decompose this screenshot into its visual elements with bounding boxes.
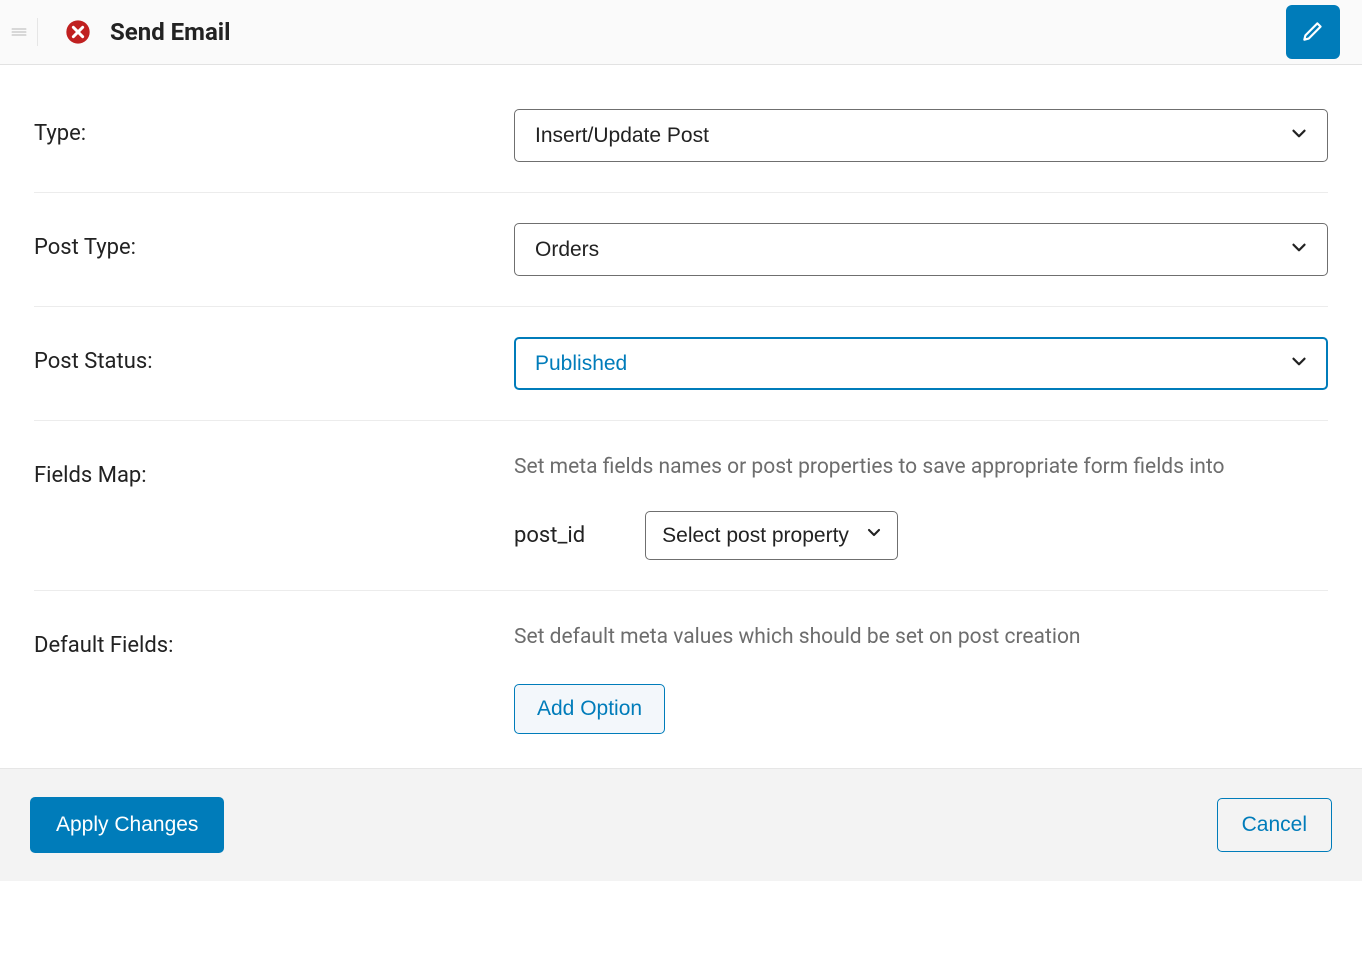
helper-default-fields: Set default meta values which should be … <box>514 621 1328 655</box>
row-post-status: Post Status: Published <box>34 337 1328 421</box>
edit-button[interactable] <box>1286 5 1340 59</box>
select-post-status-wrap: Published <box>514 337 1328 390</box>
select-type[interactable]: Insert/Update Post <box>514 109 1328 162</box>
panel-header: Send Email <box>0 0 1362 65</box>
helper-fields-map: Set meta fields names or post properties… <box>514 451 1328 485</box>
select-post-type[interactable]: Orders <box>514 223 1328 276</box>
label-type: Type: <box>34 109 514 146</box>
drag-handle-icon[interactable] <box>0 18 38 46</box>
panel-body: Type: Insert/Update Post Post Type: Orde… <box>0 65 1362 768</box>
add-option-button[interactable]: Add Option <box>514 684 665 734</box>
row-fields-map: Fields Map: Set meta fields names or pos… <box>34 451 1328 591</box>
row-post-type: Post Type: Orders <box>34 223 1328 307</box>
fields-map-item: post_id Select post property <box>514 511 1328 560</box>
select-type-wrap: Insert/Update Post <box>514 109 1328 162</box>
select-post-status[interactable]: Published <box>514 337 1328 390</box>
panel-footer: Apply Changes Cancel <box>0 768 1362 881</box>
label-default-fields: Default Fields: <box>34 621 514 658</box>
cancel-button[interactable]: Cancel <box>1217 798 1332 852</box>
fields-map-select-wrap: Select post property <box>645 511 898 560</box>
row-type: Type: Insert/Update Post <box>34 109 1328 193</box>
label-post-status: Post Status: <box>34 337 514 374</box>
fields-map-key: post_id <box>514 523 585 548</box>
close-icon[interactable] <box>64 18 92 46</box>
label-post-type: Post Type: <box>34 223 514 260</box>
apply-changes-button[interactable]: Apply Changes <box>30 797 224 853</box>
label-fields-map: Fields Map: <box>34 451 514 488</box>
row-default-fields: Default Fields: Set default meta values … <box>34 621 1328 735</box>
pencil-icon <box>1300 18 1326 47</box>
select-post-type-wrap: Orders <box>514 223 1328 276</box>
select-post-property[interactable]: Select post property <box>645 511 898 560</box>
panel-title: Send Email <box>110 18 231 46</box>
